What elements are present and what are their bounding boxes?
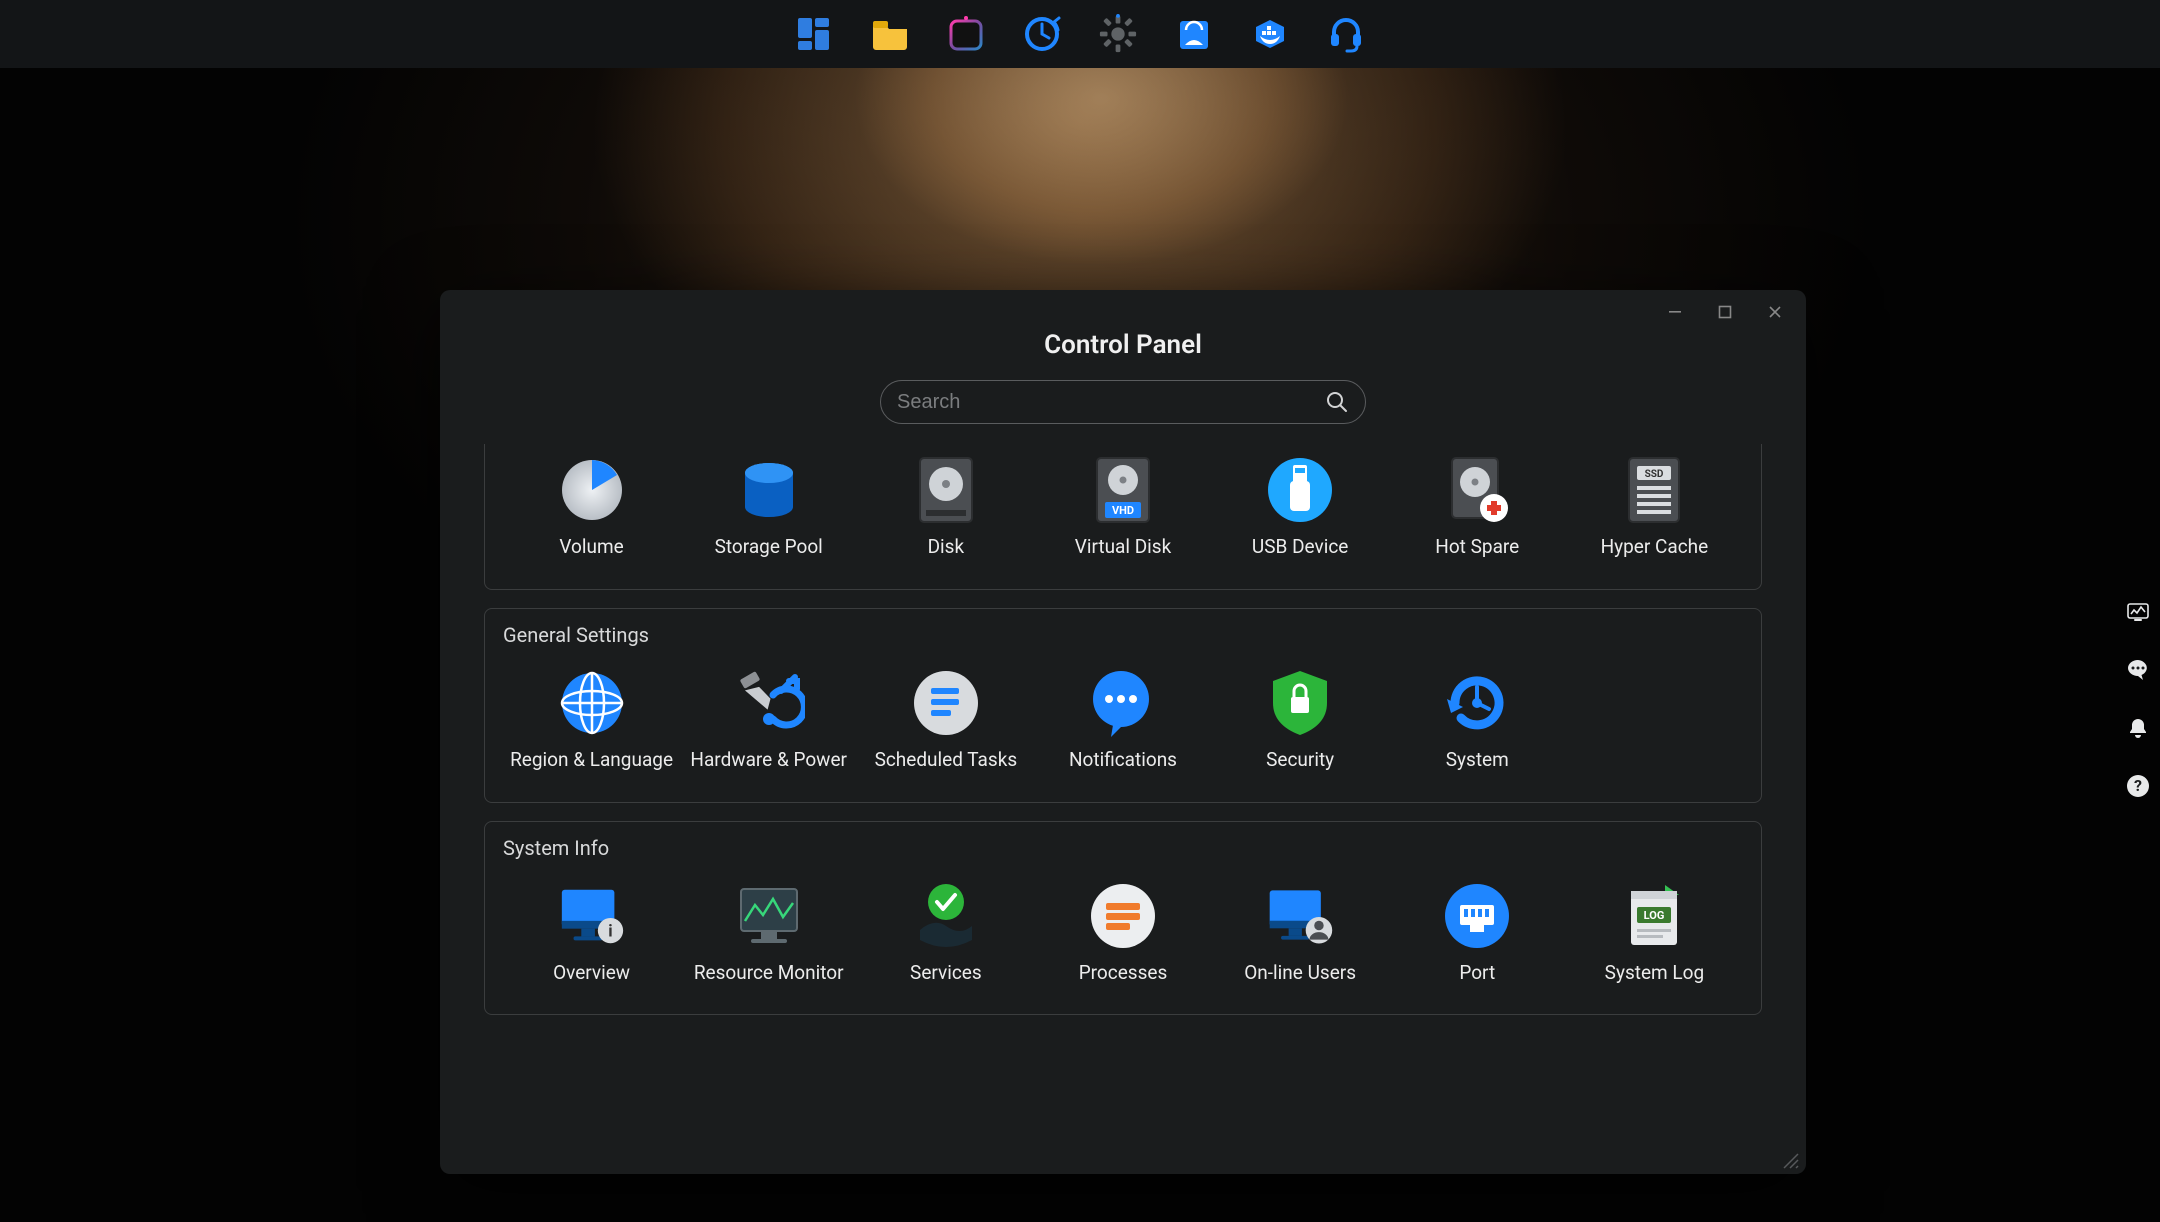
item-security[interactable]: Security (1212, 657, 1389, 782)
item-label: Volume (559, 536, 623, 559)
app-launcher-icon[interactable] (794, 14, 834, 54)
item-label: Scheduled Tasks (875, 749, 1018, 772)
item-label: Hyper Cache (1601, 536, 1709, 559)
svg-text:?: ? (2134, 776, 2142, 795)
item-system[interactable]: System (1389, 657, 1566, 782)
clock-app-icon[interactable] (1022, 14, 1062, 54)
dashboard-widget-icon[interactable] (2124, 598, 2152, 626)
item-usb-device[interactable]: USB Device (1212, 444, 1389, 569)
processes-icon (1087, 880, 1159, 952)
side-widget-bar: ? (2124, 598, 2152, 800)
item-disk[interactable]: Disk (857, 444, 1034, 569)
item-scheduled-tasks[interactable]: Scheduled Tasks (857, 657, 1034, 782)
support-app-icon[interactable] (1326, 14, 1366, 54)
item-volume[interactable]: Volume (503, 444, 680, 569)
search-box[interactable] (880, 380, 1366, 424)
hot-spare-icon (1441, 454, 1513, 526)
group-storage: Volume Storage Pool Disk VHD (484, 444, 1762, 590)
docker-app-icon[interactable] (1250, 14, 1290, 54)
search-input[interactable] (897, 391, 1325, 414)
window-title: Control Panel (440, 330, 1806, 360)
svg-text:VHD: VHD (1112, 504, 1134, 517)
minimize-button[interactable] (1666, 303, 1684, 321)
usb-device-icon (1264, 454, 1336, 526)
close-button[interactable] (1766, 303, 1784, 321)
item-label: Services (910, 962, 982, 985)
item-label: On-line Users (1244, 962, 1356, 985)
item-label: Disk (928, 536, 965, 559)
item-hot-spare[interactable]: Hot Spare (1389, 444, 1566, 569)
item-label: Region & Language (510, 749, 673, 772)
help-widget-icon[interactable]: ? (2124, 772, 2152, 800)
item-hyper-cache[interactable]: SSD Hyper Cache (1566, 444, 1743, 569)
chat-widget-icon[interactable] (2124, 656, 2152, 684)
resource-monitor-icon (733, 880, 805, 952)
item-label: Processes (1079, 962, 1168, 985)
virtual-disk-icon: VHD (1087, 454, 1159, 526)
item-label: Port (1459, 962, 1495, 985)
system-icon (1441, 667, 1513, 739)
system-log-icon: LOG (1618, 880, 1690, 952)
top-taskbar (0, 0, 2160, 68)
group-system-info: System Info i Overview Resource Monitor (484, 821, 1762, 1016)
item-storage-pool[interactable]: Storage Pool (680, 444, 857, 569)
scheduled-tasks-icon (910, 667, 982, 739)
item-region-language[interactable]: Region & Language (503, 657, 680, 782)
item-label: System Log (1605, 962, 1704, 985)
group-general-settings: General Settings Region & Language Hardw… (484, 608, 1762, 803)
storage-pool-icon (733, 454, 805, 526)
store-app-icon[interactable] (1174, 14, 1214, 54)
item-label: Overview (553, 962, 630, 985)
notifications-icon (1087, 667, 1159, 739)
svg-text:SSD: SSD (1645, 469, 1664, 480)
overview-icon: i (556, 880, 628, 952)
window-titlebar (440, 290, 1806, 334)
item-label: Notifications (1069, 749, 1177, 772)
hardware-power-icon (733, 667, 805, 739)
item-notifications[interactable]: Notifications (1034, 657, 1211, 782)
volume-icon (556, 454, 628, 526)
item-label: Hardware & Power (690, 749, 847, 772)
item-system-log[interactable]: LOG System Log (1566, 870, 1743, 995)
region-language-icon (556, 667, 628, 739)
item-resource-monitor[interactable]: Resource Monitor (680, 870, 857, 995)
media-app-icon[interactable] (946, 14, 986, 54)
item-overview[interactable]: i Overview (503, 870, 680, 995)
services-icon (910, 880, 982, 952)
item-label: System (1446, 749, 1509, 772)
item-online-users[interactable]: On-line Users (1212, 870, 1389, 995)
notifications-widget-icon[interactable] (2124, 714, 2152, 742)
item-processes[interactable]: Processes (1034, 870, 1211, 995)
item-label: USB Device (1252, 536, 1348, 559)
file-manager-icon[interactable] (870, 14, 910, 54)
resize-grip[interactable] (1778, 1148, 1800, 1170)
disk-icon (910, 454, 982, 526)
settings-app-icon[interactable] (1098, 14, 1138, 54)
svg-text:i: i (608, 922, 612, 941)
item-label: Virtual Disk (1075, 536, 1172, 559)
online-users-icon (1264, 880, 1336, 952)
group-title: System Info (503, 836, 1743, 860)
item-hardware-power[interactable]: Hardware & Power (680, 657, 857, 782)
window-content: Volume Storage Pool Disk VHD (484, 444, 1762, 1174)
item-label: Security (1266, 749, 1334, 772)
item-port[interactable]: Port (1389, 870, 1566, 995)
control-panel-window: Control Panel Volume Storage P (440, 290, 1806, 1174)
group-title: General Settings (503, 623, 1743, 647)
port-icon (1441, 880, 1513, 952)
item-virtual-disk[interactable]: VHD Virtual Disk (1034, 444, 1211, 569)
item-services[interactable]: Services (857, 870, 1034, 995)
hyper-cache-icon: SSD (1618, 454, 1690, 526)
item-label: Resource Monitor (694, 962, 844, 985)
maximize-button[interactable] (1716, 303, 1734, 321)
search-icon (1325, 390, 1349, 414)
item-label: Storage Pool (715, 536, 823, 559)
item-label: Hot Spare (1435, 536, 1519, 559)
security-icon (1264, 667, 1336, 739)
svg-text:LOG: LOG (1644, 909, 1665, 922)
